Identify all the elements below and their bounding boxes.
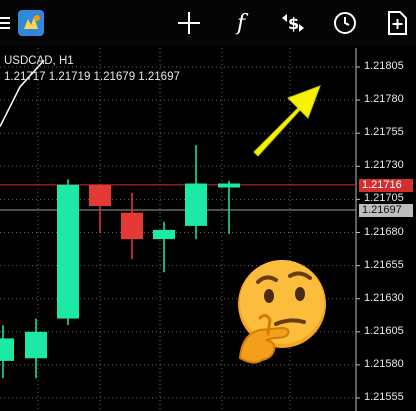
symbol-label: USDCAD, H1 [4, 55, 74, 67]
candle-body [0, 338, 14, 361]
price-axis-label: 1.21580 [364, 357, 404, 370]
price-axis-label: 1.21605 [364, 324, 404, 337]
trading-app: f $ USDCAD, H1 1.21717 1.21719 1.21679 1 [0, 0, 416, 411]
price-axis-label: 1.21680 [364, 225, 404, 238]
price-axis-label: 1.21655 [364, 258, 404, 271]
price-axis-label: 1.21730 [364, 159, 404, 172]
price-axis-label: 1.21780 [364, 93, 404, 106]
bid-price-tag: 1.21697 [359, 203, 413, 217]
candle-body [218, 183, 240, 188]
candle-body [25, 331, 47, 359]
price-axis-label: 1.21755 [364, 126, 404, 139]
candle-body [57, 184, 79, 319]
ask-price-tag: 1.21716 [359, 178, 413, 192]
price-axis-label: 1.21630 [364, 291, 404, 304]
price-axis-label: 1.21805 [364, 60, 404, 72]
yellow-arrow-icon [253, 85, 321, 156]
candle-body [153, 229, 175, 240]
price-axis-label: 1.21555 [364, 391, 404, 403]
ohlc-label: 1.21717 1.21719 1.21679 1.21697 [4, 71, 180, 83]
candle-body [121, 212, 143, 240]
candle-body [185, 183, 207, 226]
candle-body [89, 184, 111, 207]
thinking-face-emoji-icon [238, 260, 326, 364]
price-axis-label: 1.21705 [364, 192, 404, 205]
